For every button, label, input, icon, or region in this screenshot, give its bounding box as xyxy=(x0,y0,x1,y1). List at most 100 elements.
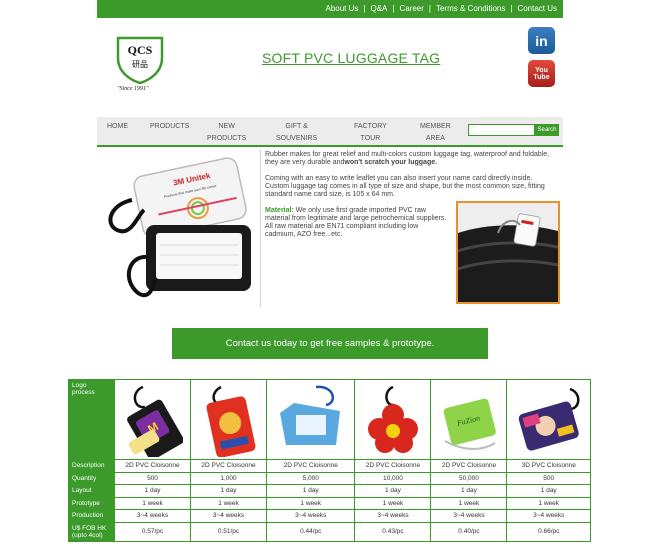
table-cell: 1 day xyxy=(506,484,591,498)
nav-link-contact-us[interactable]: Contact Us xyxy=(517,4,557,13)
row-header-logo-line2: process xyxy=(72,389,95,396)
pricing-table: Logo process M FuZion Description 2D PVC… xyxy=(68,379,591,542)
nav-new-products[interactable]: NEW PRODUCTS xyxy=(207,121,246,145)
nav-gift-souvenirs[interactable]: GIFT & SOUVENIRS xyxy=(276,121,317,145)
sample-image-cell xyxy=(265,379,356,460)
sample-image-cell xyxy=(506,379,591,460)
description-material-label: Material: xyxy=(265,207,294,214)
nav-factory-line2: TOUR xyxy=(360,135,381,142)
nav-link-terms[interactable]: Terms & Conditions xyxy=(436,4,505,13)
table-cell: 1 day xyxy=(114,484,191,498)
nav-home-label: HOME xyxy=(107,123,128,130)
nav-link-qa[interactable]: Q&A xyxy=(370,4,387,13)
nav-new-products-line1: NEW xyxy=(218,123,235,130)
table-cell: 1 week xyxy=(354,496,432,510)
nav-separator: | xyxy=(428,4,431,13)
table-cell: 1 day xyxy=(354,484,432,498)
youtube-icon[interactable]: You Tube xyxy=(528,60,555,87)
row-header-quantity: Quantity xyxy=(68,471,115,485)
top-bar: About Us | Q&A | Career | Terms & Condit… xyxy=(97,0,563,18)
table-cell: 0.66/pc xyxy=(506,521,591,542)
page-title: SOFT PVC LUGGAGE TAG xyxy=(262,50,441,66)
row-header-price: U$ FOB HK (upto 4col) xyxy=(68,521,115,542)
nav-gift-line2: SOUVENIRS xyxy=(276,135,318,142)
search-input[interactable] xyxy=(468,124,535,136)
table-cell: 500 xyxy=(506,471,591,485)
description-p1-bold: won't scratch your luggage. xyxy=(344,159,438,166)
nav-separator: | xyxy=(363,4,366,13)
table-row: Quantity 500 1,000 5,000 10,000 50,000 5… xyxy=(68,471,591,485)
table-cell: 50,000 xyxy=(430,471,508,485)
nav-member-area[interactable]: MEMBER AREA xyxy=(420,121,451,145)
nav-new-products-line2: PRODUCTS xyxy=(207,135,247,142)
linkedin-icon[interactable]: in xyxy=(528,27,555,54)
table-cell: 5,000 xyxy=(265,471,356,485)
row-header-logo-process: Logo process xyxy=(68,379,115,460)
row-header-production: Production xyxy=(68,509,115,523)
table-cell: 1 week xyxy=(190,496,267,510)
table-row: Layout 1 day 1 day 1 day 1 day 1 day 1 d… xyxy=(68,484,591,498)
sample-tag-image xyxy=(279,385,340,445)
row-header-description: Description xyxy=(68,459,115,473)
linkedin-label: in xyxy=(535,32,548,49)
row-header-prototype: Prototype xyxy=(68,496,115,510)
company-logo[interactable]: QCS 研品 xyxy=(114,34,166,84)
table-cell: 0.40/pc xyxy=(430,521,508,542)
nav-factory-tour[interactable]: FACTORY TOUR xyxy=(354,121,387,145)
table-row: Production 3~4 weeks 3~4 weeks 3~4 weeks… xyxy=(68,509,591,523)
table-cell: 2D PVC Cloisonne xyxy=(265,459,356,473)
table-cell: 1 day xyxy=(190,484,267,498)
table-row: Logo process M FuZion xyxy=(68,379,591,460)
sample-image-cell xyxy=(190,379,267,460)
description-paragraph-2: Coming with an easy to write leaflet you… xyxy=(265,175,545,198)
table-cell: 0.44/pc xyxy=(265,521,356,542)
table-row: U$ FOB HK (upto 4col) 0.57/pc 0.51/pc 0.4… xyxy=(68,521,591,542)
nav-link-career[interactable]: Career xyxy=(399,4,423,13)
sample-tag-image: FuZion xyxy=(443,398,496,450)
table-cell: 1 day xyxy=(430,484,508,498)
table-cell: 3~4 weeks xyxy=(190,509,267,523)
main-nav: HOME PRODUCTS NEW PRODUCTS GIFT & SOUVEN… xyxy=(97,117,563,147)
nav-products[interactable]: PRODUCTS xyxy=(150,121,189,133)
logo-text: QCS xyxy=(128,43,153,57)
table-cell: 1,000 xyxy=(190,471,267,485)
description-paragraph-3: Material: We only use first grade import… xyxy=(265,207,450,239)
nav-home[interactable]: HOME xyxy=(107,121,128,133)
table-cell: 3~4 weeks xyxy=(506,509,591,523)
table-row: Description 2D PVC Cloisonne 2D PVC Cloi… xyxy=(68,459,591,473)
table-cell: 1 week xyxy=(506,496,591,510)
table-cell: 10,000 xyxy=(354,471,432,485)
table-row: Prototype 1 week 1 week 1 week 1 week 1 … xyxy=(68,496,591,510)
sample-tag-image: M xyxy=(126,385,183,457)
row-header-logo-line1: Logo xyxy=(72,382,87,389)
table-cell: 1 week xyxy=(430,496,508,510)
table-cell: 1 week xyxy=(265,496,356,510)
table-cell: 3~4 weeks xyxy=(430,509,508,523)
table-cell: 3D PVC Cloisonne xyxy=(506,459,591,473)
logo-chinese-text: 研品 xyxy=(132,60,148,69)
nav-separator: | xyxy=(392,4,395,13)
product-photo-bag xyxy=(456,201,560,304)
table-cell: 1 day xyxy=(265,484,356,498)
row-header-price-line1: U$ FOB HK xyxy=(72,524,107,532)
youtube-label-bottom: Tube xyxy=(533,73,550,81)
table-cell: 2D PVC Cloisonne xyxy=(430,459,508,473)
sample-tag-image xyxy=(367,385,418,453)
nav-member-line1: MEMBER xyxy=(420,123,451,130)
table-cell: 0.57/pc xyxy=(114,521,191,542)
contact-banner-button[interactable]: Contact us today to get free samples & p… xyxy=(172,328,488,359)
product-image-luggage-tags: 3M Unitek Products that make your life e… xyxy=(108,157,251,298)
nav-separator: | xyxy=(510,4,513,13)
table-cell: 1 week xyxy=(114,496,191,510)
table-cell: 500 xyxy=(114,471,191,485)
table-cell: 3~4 weeks xyxy=(265,509,356,523)
table-cell: 3~4 weeks xyxy=(114,509,191,523)
sample-image-cell: FuZion xyxy=(430,379,508,460)
row-header-price-line2: (upto 4col) xyxy=(72,531,103,539)
search-button[interactable]: Search xyxy=(535,124,559,136)
top-nav: About Us | Q&A | Career | Terms & Condit… xyxy=(325,4,557,13)
row-header-layout: Layout xyxy=(68,484,115,498)
sample-image-cell: M xyxy=(114,379,191,460)
sample-tag-image xyxy=(518,387,580,451)
nav-link-about-us[interactable]: About Us xyxy=(325,4,358,13)
